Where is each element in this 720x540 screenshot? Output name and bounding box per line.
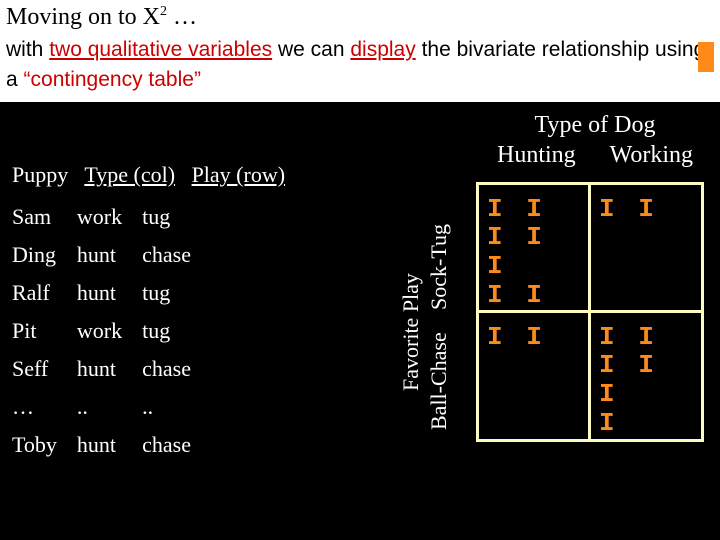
cell-puppy: Toby xyxy=(12,426,77,464)
table-row: Seffhuntchase xyxy=(12,350,211,388)
grid-line xyxy=(701,182,704,442)
cell-type: work xyxy=(77,312,142,350)
tally-line: I I xyxy=(487,323,581,352)
cell-type: hunt xyxy=(77,236,142,274)
ct-col2: Working xyxy=(610,142,693,169)
intro-para-red2: display xyxy=(350,38,415,61)
tally-line: I I xyxy=(487,281,581,310)
table-row: Ralfhunttug xyxy=(12,274,211,312)
intro-para-quote: “contingency table” xyxy=(24,68,201,91)
cell-type: .. xyxy=(77,388,142,426)
cell-puppy: Sam xyxy=(12,198,77,236)
ct-row1: Sock-Tug xyxy=(426,224,452,310)
intro-paragraph: with two qualitative variables we can di… xyxy=(6,31,714,102)
cell-play: chase xyxy=(142,426,211,464)
table-row: Dinghuntchase xyxy=(12,236,211,274)
intro-line1: Moving on to X2 … xyxy=(6,4,714,31)
tally-cell-hunting-socktug: I I I I I I I xyxy=(479,185,589,311)
data-table: Samworktug Dinghuntchase Ralfhunttug Pit… xyxy=(12,198,211,464)
tally-line: I I I I I xyxy=(487,195,581,281)
table-row: Pitworktug xyxy=(12,312,211,350)
header-type: Type (col) xyxy=(84,162,175,187)
cell-play: .. xyxy=(142,388,211,426)
cell-type: hunt xyxy=(77,350,142,388)
header-puppy: Puppy xyxy=(12,162,68,187)
cell-type: hunt xyxy=(77,426,142,464)
tally-line: I I I I I xyxy=(599,323,693,409)
table-row: ….... xyxy=(12,388,211,426)
cell-play: chase xyxy=(142,350,211,388)
table-row: Samworktug xyxy=(12,198,211,236)
table-header: Puppy Type (col) Play (row) xyxy=(12,162,285,188)
cell-type: work xyxy=(77,198,142,236)
contingency-col-headers: Hunting Working xyxy=(480,142,710,169)
row-axis-label: Favorite Play xyxy=(398,222,424,442)
intro-para-a: with xyxy=(6,38,49,61)
cell-puppy: Seff xyxy=(12,350,77,388)
ct-col1: Hunting xyxy=(497,142,576,169)
cell-play: chase xyxy=(142,236,211,274)
cell-play: tug xyxy=(142,198,211,236)
tally-cell-hunting-ballchase: I I xyxy=(479,313,589,439)
cursor-icon xyxy=(698,42,714,72)
cell-puppy: Ding xyxy=(12,236,77,274)
tally-cell-working-socktug: I I xyxy=(591,185,701,311)
cell-type: hunt xyxy=(77,274,142,312)
contingency-grid: I I I I I I I I I I I I I I I I I xyxy=(476,182,704,442)
intro-para-b: we can xyxy=(272,38,350,61)
intro-line1-dots: … xyxy=(167,4,197,30)
cell-puppy: Pit xyxy=(12,312,77,350)
cell-puppy: Ralf xyxy=(12,274,77,312)
tally-line: I I xyxy=(599,195,693,224)
ct-row2: Ball-Chase xyxy=(426,332,452,430)
row-labels: Ball-Chase Sock-Tug xyxy=(426,197,452,457)
cell-puppy: … xyxy=(12,388,77,426)
cell-play: tug xyxy=(142,312,211,350)
tally-cell-working-ballchase: I I I I I I xyxy=(591,313,701,439)
intro-line1-sup: 2 xyxy=(160,4,167,19)
intro-block: Moving on to X2 … with two qualitative v… xyxy=(0,0,720,102)
cell-play: tug xyxy=(142,274,211,312)
tally-line: I xyxy=(599,409,693,438)
intro-para-red1: two qualitative variables xyxy=(49,38,272,61)
contingency-title: Type of Dog xyxy=(480,112,710,139)
intro-line1-a: Moving on to X xyxy=(6,4,160,30)
header-play: Play (row) xyxy=(192,162,285,187)
table-row: Tobyhuntchase xyxy=(12,426,211,464)
